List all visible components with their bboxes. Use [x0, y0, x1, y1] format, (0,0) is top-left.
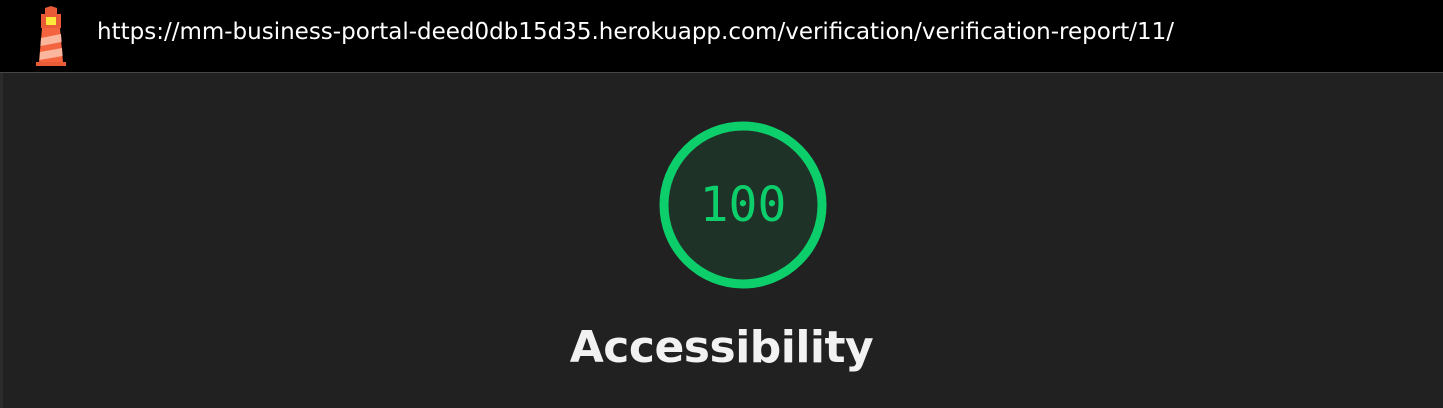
url-text[interactable]: https://mm-business-portal-deed0db15d35.…	[97, 19, 1174, 45]
top-bar: https://mm-business-portal-deed0db15d35.…	[0, 0, 1443, 73]
lighthouse-icon	[36, 6, 66, 66]
score-value: 100	[699, 177, 787, 233]
category-title: Accessibility	[569, 322, 874, 373]
